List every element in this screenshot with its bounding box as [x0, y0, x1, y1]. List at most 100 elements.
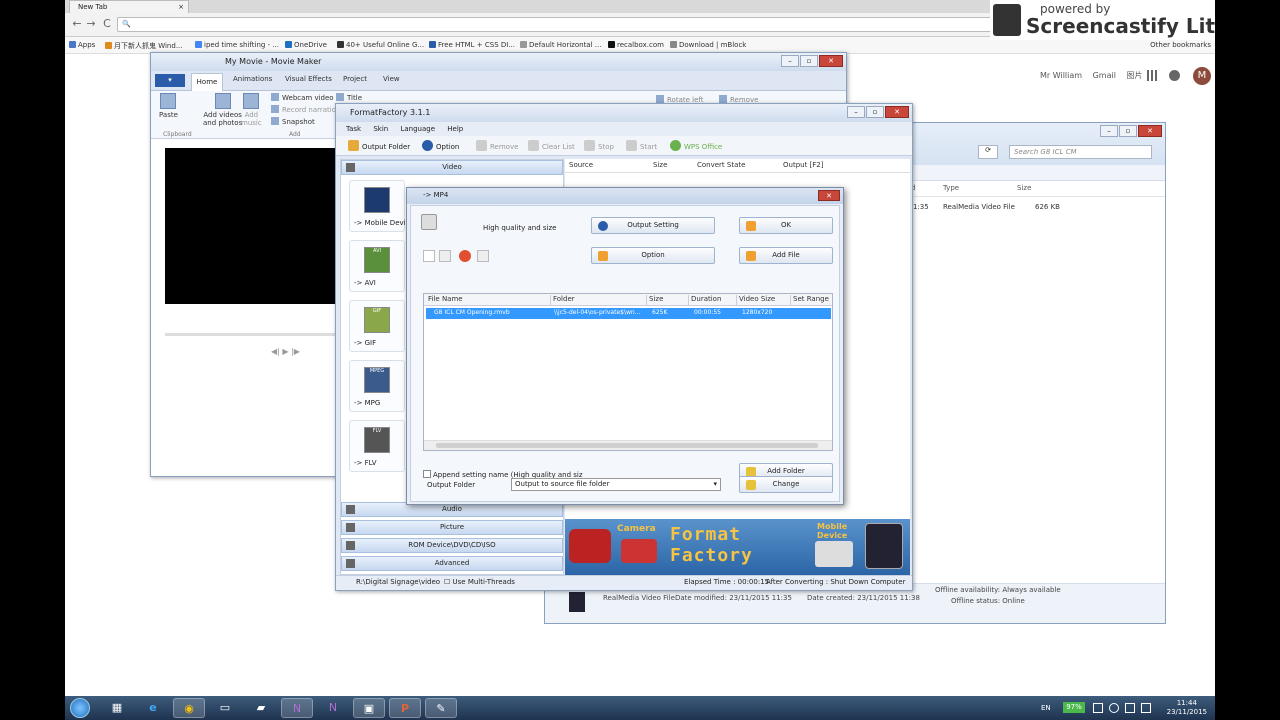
minimize-icon[interactable]: –: [781, 55, 799, 67]
category-advanced[interactable]: Advanced: [341, 556, 563, 571]
col-file-name[interactable]: File Name: [426, 295, 463, 306]
close-icon[interactable]: ✕: [818, 190, 840, 201]
bookmark-item[interactable]: 月下新人抓鬼 Wind...: [105, 41, 183, 51]
format-flv[interactable]: FLV -> FLV: [349, 420, 405, 472]
minimize-icon[interactable]: –: [847, 106, 865, 118]
col-set-range[interactable]: Set Range: [790, 295, 829, 306]
seek-bar[interactable]: [165, 333, 339, 336]
column-size[interactable]: Size: [1017, 184, 1031, 192]
table-row[interactable]: G8 ICL CM Opening.rmvb \\jc5-del-04\os-p…: [426, 308, 831, 319]
taskbar-app[interactable]: ▰: [245, 698, 277, 718]
paste-button[interactable]: Paste: [159, 93, 178, 119]
language-indicator[interactable]: EN: [1041, 704, 1051, 712]
bookmark-item[interactable]: OneDrive: [285, 41, 327, 49]
other-bookmarks[interactable]: Other bookmarks: [1150, 41, 1211, 49]
scrollbar-thumb[interactable]: [436, 443, 818, 448]
taskbar-app-grid[interactable]: ▦: [101, 698, 133, 718]
format-mpg[interactable]: MPEG -> MPG: [349, 360, 405, 412]
forward-icon[interactable]: →: [85, 18, 97, 30]
images-link[interactable]: 图片: [1127, 71, 1143, 80]
play-icon[interactable]: [459, 250, 471, 262]
status-after-converting[interactable]: After Converting : Shut Down Computer: [766, 578, 906, 586]
close-icon[interactable]: ✕: [1138, 125, 1162, 137]
title-button[interactable]: Title: [336, 93, 362, 102]
gmail-link[interactable]: Gmail: [1093, 71, 1116, 80]
add-videos-button[interactable]: Add videos and photos: [203, 93, 242, 127]
bookmark-item[interactable]: recalbox.com: [608, 41, 664, 49]
tab-project[interactable]: Project: [343, 75, 367, 83]
category-rom-device[interactable]: ROM Device\DVD\CD\ISO: [341, 538, 563, 553]
tab-view[interactable]: View: [383, 75, 400, 83]
output-folder-button[interactable]: Output Folder: [348, 140, 410, 151]
search-input[interactable]: Search G8 ICL CM: [1009, 145, 1152, 159]
category-picture[interactable]: Picture: [341, 520, 563, 535]
remove-file-icon[interactable]: [423, 250, 435, 262]
horizontal-scrollbar[interactable]: [424, 440, 832, 450]
bookmark-item[interactable]: Download | mBlock: [670, 41, 746, 49]
maximize-icon[interactable]: ▫: [1119, 125, 1137, 137]
col-size[interactable]: Size: [646, 295, 663, 306]
clock[interactable]: 11:44 23/11/2015: [1167, 699, 1207, 717]
taskbar-movie-maker[interactable]: ▣: [353, 698, 385, 718]
playback-controls[interactable]: ◀| ▶ |▶: [271, 347, 300, 356]
network-icon[interactable]: [1093, 703, 1103, 713]
ok-button[interactable]: OK: [739, 217, 833, 234]
taskbar-onenote-2[interactable]: N: [317, 698, 349, 718]
add-music-button[interactable]: Add music: [241, 93, 262, 127]
bookmark-apps[interactable]: Apps: [69, 41, 95, 49]
google-user-link[interactable]: Mr William: [1040, 71, 1082, 80]
bookmark-item[interactable]: Default Horizontal ...: [520, 41, 601, 49]
option-button[interactable]: Option: [422, 140, 459, 151]
snapshot-button[interactable]: Snapshot: [271, 117, 315, 126]
file-menu-button[interactable]: ▾: [155, 74, 185, 87]
taskbar-onenote[interactable]: N: [281, 698, 313, 718]
menu-language[interactable]: Language: [400, 125, 435, 133]
wps-office-button[interactable]: WPS Office: [670, 140, 722, 151]
col-convert-state[interactable]: Convert State: [697, 161, 745, 169]
bookmark-item[interactable]: 40+ Useful Online G...: [337, 41, 424, 49]
taskbar-powerpoint[interactable]: P: [389, 698, 421, 718]
taskbar-explorer[interactable]: ▭: [209, 698, 241, 718]
option-button[interactable]: Option: [591, 247, 715, 264]
category-video[interactable]: Video: [341, 160, 563, 175]
remove-button[interactable]: Remove: [476, 140, 518, 151]
volume-icon[interactable]: [1109, 703, 1119, 713]
close-icon[interactable]: ✕: [885, 106, 909, 118]
multithreads-checkbox[interactable]: ☐ Use Multi-Threads: [444, 578, 515, 586]
back-icon[interactable]: ←: [71, 18, 83, 30]
tab-close-icon[interactable]: ×: [178, 3, 184, 11]
close-icon[interactable]: ✕: [819, 55, 843, 67]
tab-home[interactable]: Home: [191, 73, 223, 91]
col-duration[interactable]: Duration: [688, 295, 721, 306]
menu-skin[interactable]: Skin: [373, 125, 388, 133]
col-output[interactable]: Output [F2]: [783, 161, 823, 169]
taskbar-internet-explorer[interactable]: e: [137, 698, 169, 718]
col-video-size[interactable]: Video Size: [736, 295, 775, 306]
apps-grid-icon[interactable]: [1147, 70, 1158, 81]
clear-list-icon[interactable]: [439, 250, 451, 262]
menu-help[interactable]: Help: [447, 125, 463, 133]
menu-task[interactable]: Task: [346, 125, 361, 133]
column-type[interactable]: Type: [943, 184, 959, 192]
change-button[interactable]: Change: [739, 476, 833, 493]
chrome-tab-new-tab[interactable]: New Tab ×: [69, 0, 189, 13]
tray-icon[interactable]: [1141, 703, 1151, 713]
refresh-icon[interactable]: ⟳: [978, 145, 998, 159]
taskbar-format-factory[interactable]: ✎: [425, 698, 457, 718]
format-gif[interactable]: GIF -> GIF: [349, 300, 405, 352]
start-button[interactable]: Start: [626, 140, 657, 151]
avatar[interactable]: M: [1193, 67, 1211, 85]
notifications-icon[interactable]: [1169, 70, 1180, 81]
col-size[interactable]: Size: [653, 161, 667, 169]
bookmark-item[interactable]: Free HTML + CSS DI...: [429, 41, 515, 49]
stop-button[interactable]: Stop: [584, 140, 614, 151]
settings-icon[interactable]: [477, 250, 489, 262]
col-folder[interactable]: Folder: [550, 295, 575, 306]
col-source[interactable]: Source: [569, 161, 593, 169]
reload-icon[interactable]: C: [101, 18, 113, 30]
record-narration-button[interactable]: Record narration: [271, 105, 340, 114]
clear-list-button[interactable]: Clear List: [528, 140, 575, 151]
battery-indicator[interactable]: 97%: [1063, 702, 1085, 713]
output-folder-select[interactable]: Output to source file folder ▾: [511, 478, 721, 491]
minimize-icon[interactable]: –: [1100, 125, 1118, 137]
